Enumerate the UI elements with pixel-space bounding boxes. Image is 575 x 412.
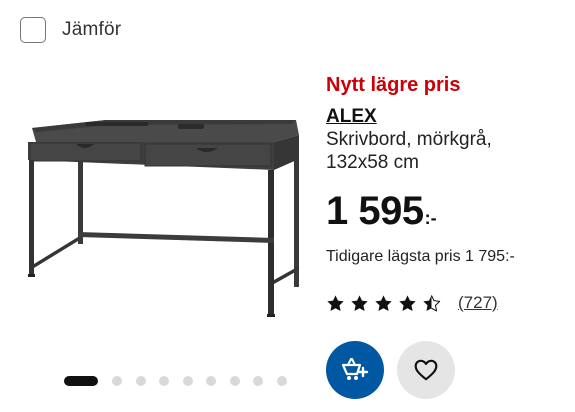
star-full-icon <box>351 294 368 311</box>
product-description-line2: 132x58 cm <box>326 152 419 173</box>
review-count-link[interactable]: (727) <box>458 293 498 313</box>
product-price: 1 595 :- <box>326 189 437 233</box>
gallery-dot[interactable] <box>135 376 146 386</box>
product-rating[interactable]: (727) <box>326 293 498 313</box>
gallery-dot[interactable] <box>253 376 263 386</box>
gallery-pagination <box>64 376 300 386</box>
gallery-dot[interactable] <box>182 376 193 386</box>
star-full-icon <box>399 294 416 311</box>
compare-checkbox[interactable] <box>20 17 46 43</box>
add-to-cart-icon <box>341 358 369 380</box>
new-lower-price-badge: Nytt lägre pris <box>326 74 461 96</box>
star-full-icon <box>327 294 344 311</box>
gallery-dot[interactable] <box>159 376 169 386</box>
product-image[interactable] <box>16 108 306 323</box>
gallery-dot-active[interactable] <box>64 376 98 386</box>
product-name-link[interactable]: ALEX <box>326 106 571 128</box>
add-to-cart-button[interactable] <box>326 341 384 399</box>
compare-label: Jämför <box>62 19 122 40</box>
product-description-line1: Skrivbord, mörkgrå, <box>326 129 492 150</box>
gallery-dot[interactable] <box>206 376 216 386</box>
price-integer: 1 595 <box>326 189 424 233</box>
gallery-dot[interactable] <box>276 376 287 386</box>
heart-icon <box>414 359 438 381</box>
product-info: Nytt lägre pris ALEX Skrivbord, mörkgrå,… <box>326 72 571 174</box>
rating-stars <box>326 294 446 313</box>
price-suffix: :- <box>424 208 437 228</box>
desk-icon <box>28 120 299 317</box>
gallery-dot[interactable] <box>229 376 240 386</box>
star-full-icon <box>375 294 392 311</box>
favorite-button[interactable] <box>397 341 455 399</box>
compare-toggle[interactable]: Jämför <box>20 17 121 43</box>
star-half-icon <box>423 294 441 311</box>
previous-lowest-price: Tidigare lägsta pris 1 795:- <box>326 248 515 265</box>
gallery-dot[interactable] <box>112 376 122 386</box>
